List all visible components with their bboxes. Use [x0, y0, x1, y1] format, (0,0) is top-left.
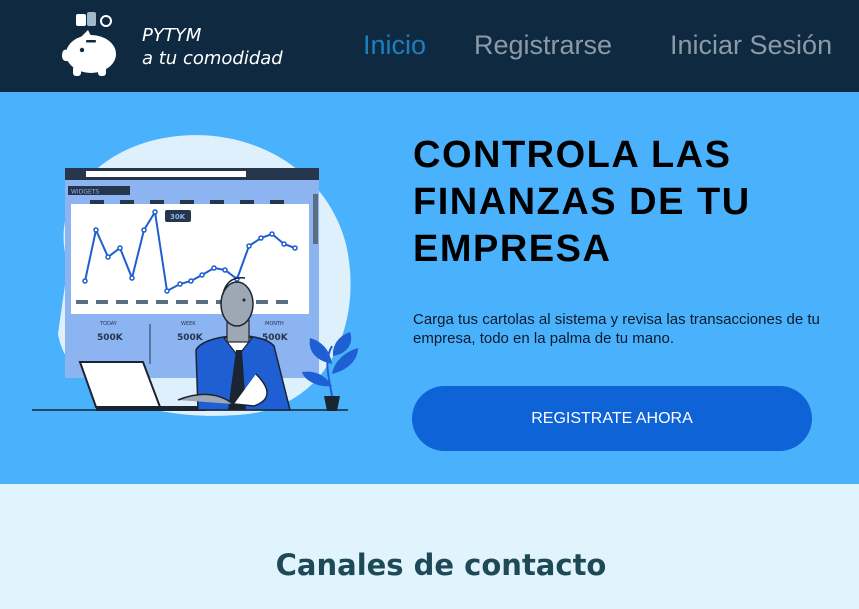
hero-section: WIDGETS 30K TODAY 500K WEEK 500K MONTH 5…	[0, 92, 859, 484]
register-now-button[interactable]: REGISTRATE AHORA	[412, 386, 812, 451]
piggy-bank-logo-icon[interactable]	[60, 10, 122, 78]
finance-illustration: WIDGETS 30K TODAY 500K WEEK 500K MONTH 5…	[32, 135, 358, 416]
stat-value-week: 500K	[177, 333, 204, 343]
navbar: PYTYM a tu comodidad Inicio Registrarse …	[0, 0, 859, 92]
chart-tag: WIDGETS	[71, 189, 99, 196]
stat-label-week: WEEK	[181, 321, 196, 327]
hero-description: Carga tus cartolas al sistema y revisa l…	[413, 311, 820, 347]
stat-value-today: 500K	[97, 333, 124, 343]
stat-label-month: MONTH	[265, 321, 284, 327]
dashboard-scrollbar	[313, 194, 318, 244]
nav-link-inicio[interactable]: Inicio	[363, 30, 426, 61]
nav-link-iniciar-sesion[interactable]: Iniciar Sesión	[670, 30, 832, 61]
brand[interactable]: PYTYM a tu comodidad	[142, 24, 283, 70]
contact-heading: Canales de contacto	[275, 548, 607, 582]
hero-title: CONTROLA LAS FINANZAS DE TU EMPRESA	[413, 134, 751, 270]
stat-label-today: TODAY	[99, 321, 118, 327]
brand-tagline: a tu comodidad	[142, 48, 283, 69]
chart-badge-text: 30K	[170, 213, 186, 221]
brand-name: PYTYM	[142, 25, 202, 46]
nav-link-registrarse[interactable]: Registrarse	[474, 30, 612, 61]
